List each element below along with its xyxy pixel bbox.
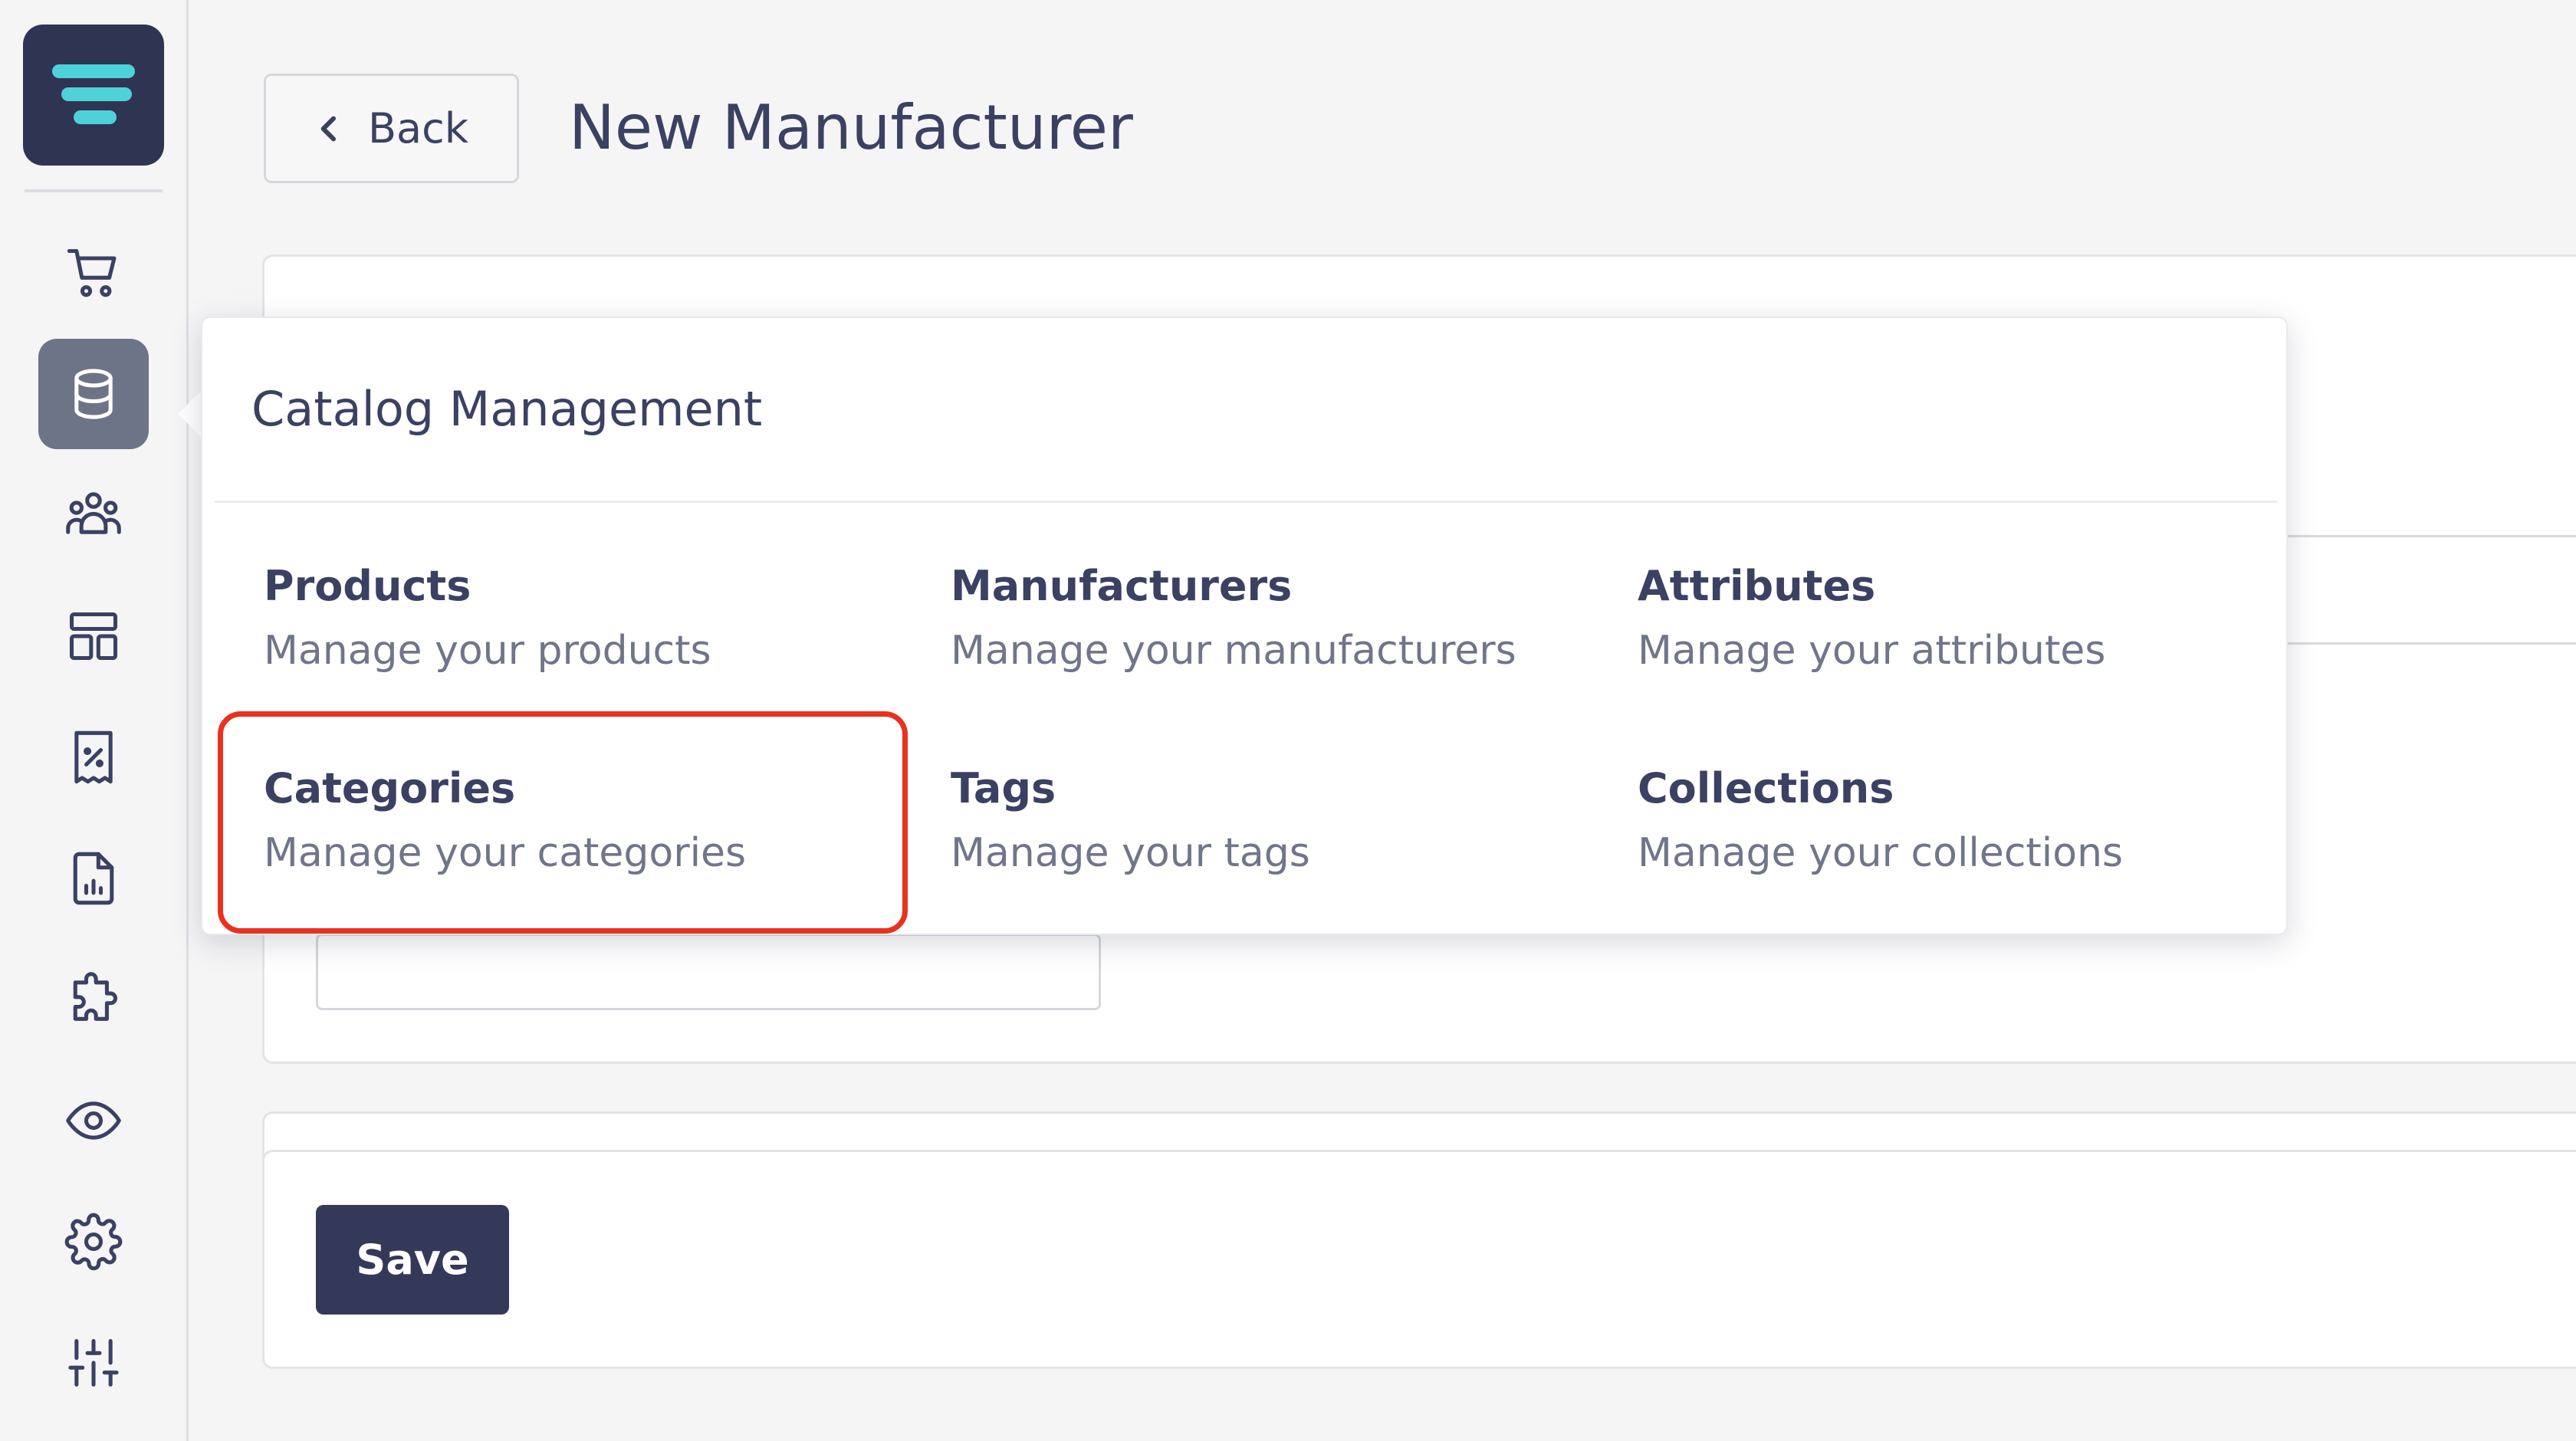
page-title: New Manufacturer [569,92,1133,163]
app-logo[interactable] [23,25,164,166]
save-button[interactable]: Save [316,1205,509,1315]
menu-item-label: Attributes [1638,562,1876,610]
popover-divider [215,501,2277,503]
sidebar [0,0,189,1441]
popover-title: Catalog Management [251,381,763,437]
discount-receipt-icon [74,730,113,784]
puzzle-icon [73,972,118,1021]
menu-item-label: Categories [264,764,516,812]
sliders-icon [68,1338,119,1387]
logo-icon [52,64,135,124]
popover-arrow [178,389,202,438]
menu-item-description: Manage your tags [951,830,1310,876]
menu-item-description: Manage your attributes [1638,628,2106,674]
menu-item-label: Manufacturers [951,562,1293,610]
database-icon [74,369,113,419]
catalog-management-popover: Catalog Management Products Manage your … [201,317,2288,935]
sidebar-item-content[interactable] [38,581,149,691]
menu-item-label: Products [264,562,472,610]
eye-icon [66,1101,121,1140]
sidebar-item-preview[interactable] [38,1065,149,1176]
menu-item-label: Collections [1638,764,1894,812]
menu-item-products[interactable]: Products Manage your products [264,562,938,746]
sidebar-item-configuration[interactable] [38,1308,149,1418]
menu-item-tags[interactable]: Tags Manage your tags [951,764,1625,948]
menu-item-collections[interactable]: Collections Manage your collections [1638,764,2312,948]
menu-item-attributes[interactable]: Attributes Manage your attributes [1638,562,2312,746]
sidebar-item-orders[interactable] [38,218,149,328]
sidebar-item-reports[interactable] [38,823,149,934]
sidebar-item-extensions[interactable] [38,944,149,1055]
gear-icon [64,1213,123,1271]
layout-icon [69,612,118,661]
report-icon [73,852,114,905]
menu-item-label: Tags [951,764,1056,812]
form-field-divider [2288,642,2576,645]
menu-item-description: Manage your categories [264,830,747,876]
menu-item-description: Manage your manufacturers [951,628,1516,674]
form-field-divider [2288,535,2576,537]
sidebar-item-settings[interactable] [38,1187,149,1297]
sidebar-divider [25,189,163,192]
back-button[interactable]: Back [264,74,519,183]
form-actions-card [262,1150,2576,1369]
sidebar-item-catalog[interactable] [38,339,149,449]
menu-item-manufacturers[interactable]: Manufacturers Manage your manufacturers [951,562,1625,746]
back-button-label: Back [367,104,469,153]
sidebar-item-customers[interactable] [38,460,149,570]
chevron-left-icon [320,116,336,141]
menu-item-description: Manage your collections [1638,830,2124,876]
sidebar-item-promotions[interactable] [38,702,149,812]
cart-icon [67,248,117,297]
menu-item-description: Manage your products [264,628,711,674]
menu-item-categories[interactable]: Categories Manage your categories [264,764,938,948]
users-icon [66,492,121,534]
